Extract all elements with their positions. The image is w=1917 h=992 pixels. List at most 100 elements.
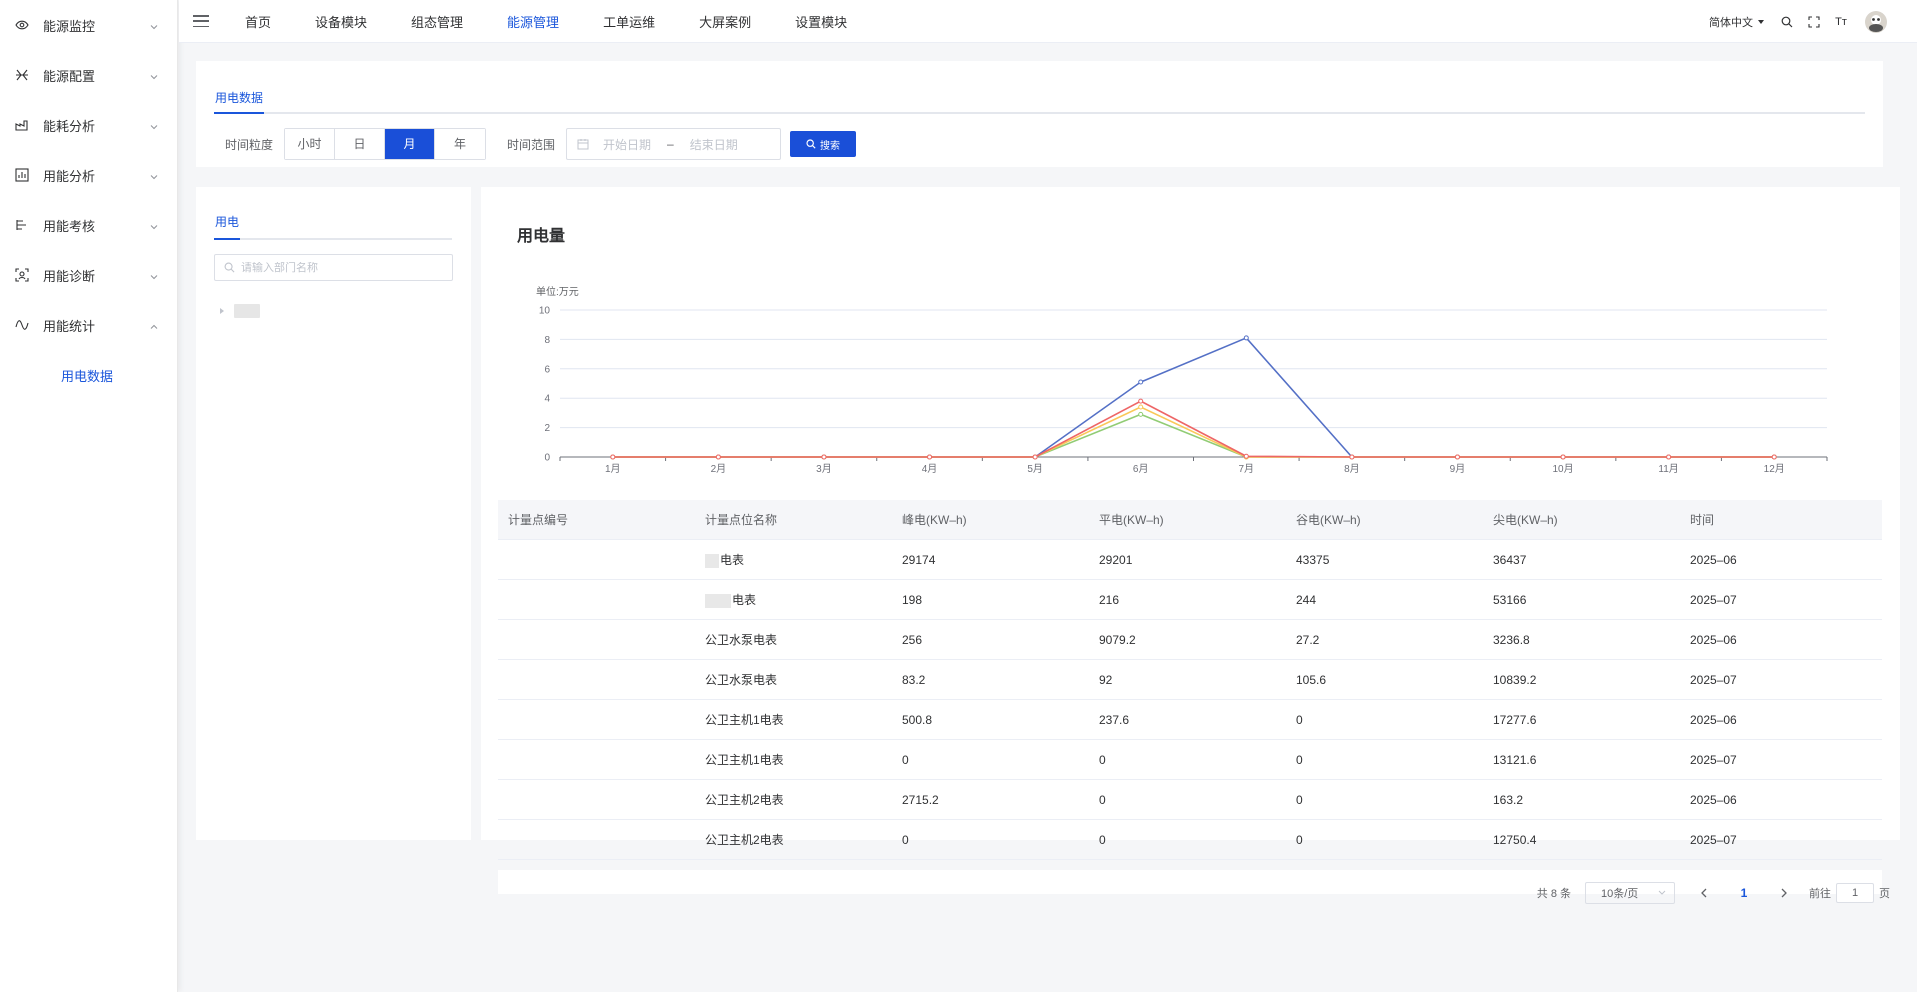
data-point <box>1454 454 1460 460</box>
page-number[interactable]: 1 <box>1733 886 1755 900</box>
tab-electricity[interactable]: 用电 <box>214 187 241 240</box>
table-cell-peak: 83.2 <box>902 672 926 687</box>
table-row[interactable]: 公卫水泵电表 83.2 92 105.6 10839.2 2025–07 <box>498 660 1882 700</box>
sidebar-subitem-electricity-data[interactable]: 用电数据 <box>0 350 177 400</box>
table-cell-name: 电表 <box>698 551 895 568</box>
redacted-text <box>705 593 731 608</box>
goto-page-input[interactable] <box>1836 883 1874 903</box>
filter-card: 用电数据 时间粒度 小时日月年 时间范围 开始日期 – 结束日期 搜索 <box>196 61 1883 167</box>
search-icon[interactable] <box>1780 15 1794 29</box>
table-cell-sharp: 13121.6 <box>1493 752 1537 767</box>
table-cell-peak: 256 <box>902 632 923 647</box>
sidebar: 能源监控能源配置能耗分析用能分析 用能考核 用能诊断 用能统计 用电数据 <box>0 0 178 992</box>
sidebar-item-label: 能耗分析 <box>43 118 96 134</box>
search-icon <box>806 139 816 149</box>
granularity-option[interactable]: 月 <box>385 129 436 159</box>
data-point <box>1243 453 1249 459</box>
table-cell-valley: 105.6 <box>1296 672 1327 687</box>
granularity-option[interactable]: 小时 <box>285 129 336 159</box>
nav-item[interactable]: 设备模块 <box>315 12 367 31</box>
pagination: 共 8 条 10条/页 1 前往 页 <box>1537 882 1890 904</box>
menu-toggle-icon[interactable] <box>193 15 209 27</box>
series-line-2 <box>612 406 1775 458</box>
nav-item[interactable]: 大屏案例 <box>699 12 751 31</box>
table-row[interactable]: 公卫主机2电表 2715.2 0 0 163.2 2025–06 <box>498 780 1882 820</box>
caret-right-icon <box>220 308 224 314</box>
fullscreen-icon[interactable] <box>1807 15 1821 29</box>
language-label: 简体中文 <box>1709 16 1753 29</box>
assessment-icon <box>14 217 30 233</box>
sidebar-item-label: 能源配置 <box>43 68 96 84</box>
table-row[interactable]: 公卫主机1电表 500.8 237.6 0 17277.6 2025–06 <box>498 700 1882 740</box>
x-tick-label: 10月 <box>1552 463 1573 475</box>
next-page-button[interactable] <box>1773 882 1795 904</box>
table-cell-valley: 0 <box>1296 712 1303 727</box>
department-search-input[interactable] <box>241 261 441 274</box>
granularity-label: 时间粒度 <box>225 137 274 152</box>
x-tick-label: 7月 <box>1239 463 1255 475</box>
table-cell-sharp: 36437 <box>1493 552 1527 567</box>
sidebar-item-statistics[interactable]: 用能统计 <box>0 300 177 350</box>
table-cell-valley: 27.2 <box>1296 632 1320 647</box>
nav-item[interactable]: 首页 <box>245 12 271 31</box>
tree-node[interactable] <box>220 304 260 318</box>
nav-item[interactable]: 组态管理 <box>411 12 463 31</box>
start-date-input[interactable]: 开始日期 <box>603 136 651 153</box>
granularity-option[interactable]: 日 <box>335 129 386 159</box>
table-row[interactable]: 电表 29174 29201 43375 36437 2025–06 <box>498 540 1882 580</box>
y-tick-label: 6 <box>544 364 550 375</box>
column-header: 计量点编号 <box>508 513 569 527</box>
sidebar-item-factory[interactable]: 能耗分析 <box>0 100 177 150</box>
table-cell-time: 2025–06 <box>1690 712 1737 727</box>
table-row[interactable]: 公卫主机1电表 0 0 0 13121.6 2025–07 <box>498 740 1882 780</box>
table-body: 电表 29174 29201 43375 36437 2025–06 电表 198 216 244… <box>498 540 1882 860</box>
table-cell-flat: 237.6 <box>1099 712 1130 727</box>
nav-item[interactable]: 能源管理 <box>507 12 559 31</box>
tab-electricity-data[interactable]: 用电数据 <box>214 61 265 114</box>
end-date-input[interactable]: 结束日期 <box>690 136 738 153</box>
table-cell-name: 公卫主机2电表 <box>705 793 784 807</box>
language-select[interactable]: 简体中文 <box>1709 14 1764 30</box>
nav-item[interactable]: 工单运维 <box>603 12 655 31</box>
chevron-down-icon <box>149 270 159 280</box>
prev-page-button[interactable] <box>1693 882 1715 904</box>
date-range-picker[interactable]: 开始日期 – 结束日期 <box>566 128 782 160</box>
table-cell-sharp: 12750.4 <box>1493 832 1537 847</box>
column-header: 平电(KW–h) <box>1099 513 1164 527</box>
caret-down-icon <box>1758 19 1764 24</box>
table-cell-peak: 500.8 <box>902 712 933 727</box>
table-cell-peak: 0 <box>902 832 909 847</box>
table-cell-name: 公卫水泵电表 <box>705 673 778 687</box>
goto-suffix: 页 <box>1879 888 1890 900</box>
sidebar-item-assessment[interactable]: 用能考核 <box>0 200 177 250</box>
data-point <box>1560 454 1566 460</box>
font-size-icon[interactable]: Tт <box>1834 15 1848 29</box>
search-button[interactable]: 搜索 <box>790 131 857 157</box>
eye-icon <box>14 17 30 33</box>
diagnosis-icon <box>14 267 30 283</box>
page-size-select[interactable]: 10条/页 <box>1585 882 1675 904</box>
chevron-down-icon <box>149 170 159 180</box>
table-cell-name: 公卫水泵电表 <box>705 633 778 647</box>
top-nav: 首页 设备模块 组态管理 能源管理 工单运维 大屏案例 设置模块 <box>245 12 891 31</box>
table-row[interactable]: 公卫主机2电表 0 0 0 12750.4 2025–07 <box>498 820 1882 860</box>
data-point <box>1138 379 1144 385</box>
table-cell-sharp: 17277.6 <box>1493 712 1537 727</box>
range-separator: – <box>667 137 674 151</box>
nav-item[interactable]: 设置模块 <box>795 12 847 31</box>
column-header: 时间 <box>1690 513 1715 527</box>
sidebar-item-eye[interactable]: 能源监控 <box>0 0 177 50</box>
chevron-left-icon <box>1701 888 1707 898</box>
table-cell-peak: 0 <box>902 752 909 767</box>
table-cell-flat: 29201 <box>1099 552 1133 567</box>
data-table: 计量点编号 计量点位名称 峰电(KW–h) 平电(KW–h) 谷电(KW–h) 尖电(KW… <box>498 500 1882 860</box>
data-point <box>1349 454 1355 460</box>
granularity-option[interactable]: 年 <box>435 129 486 159</box>
sidebar-item-diagnosis[interactable]: 用能诊断 <box>0 250 177 300</box>
user-avatar[interactable] <box>1865 10 1887 33</box>
chevron-down-icon <box>149 20 159 30</box>
table-row[interactable]: 电表 198 216 244 53166 2025–07 <box>498 580 1882 620</box>
sidebar-item-config[interactable]: 能源配置 <box>0 50 177 100</box>
table-row[interactable]: 公卫水泵电表 256 9079.2 27.2 3236.8 2025–06 <box>498 620 1882 660</box>
sidebar-item-analysis[interactable]: 用能分析 <box>0 150 177 200</box>
